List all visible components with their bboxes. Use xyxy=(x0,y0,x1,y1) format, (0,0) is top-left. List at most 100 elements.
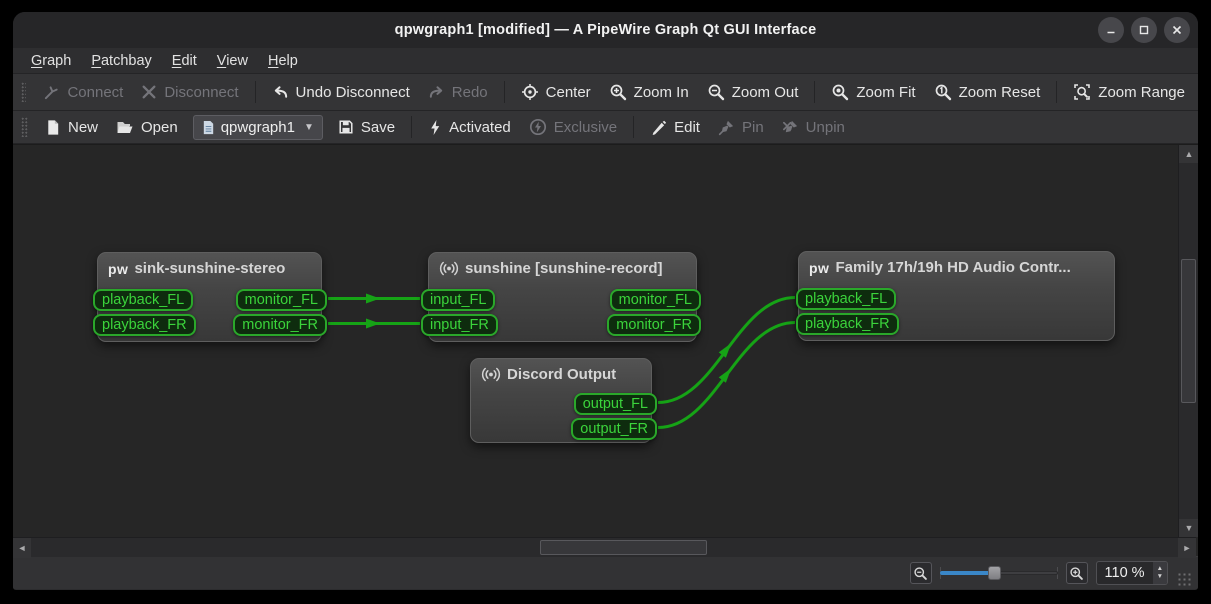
center-button[interactable]: Center xyxy=(512,79,600,105)
horizontal-scrollbar[interactable]: ◄ ► xyxy=(13,537,1196,558)
close-button[interactable] xyxy=(1164,17,1190,43)
zoom-range-button[interactable]: Zoom Range xyxy=(1064,79,1194,105)
disconnect-button[interactable]: Disconnect xyxy=(132,80,247,105)
open-button[interactable]: Open xyxy=(107,115,187,140)
undo-button[interactable]: Undo Disconnect xyxy=(263,80,419,105)
zoom-percent-spinbox[interactable]: 110 % ▲ ▼ xyxy=(1095,561,1168,585)
resize-grip[interactable] xyxy=(1176,571,1192,587)
node-sunshine-record[interactable]: sunshine [sunshine-record] input_FL inpu… xyxy=(421,252,701,342)
redo-button[interactable]: Redo xyxy=(419,80,497,105)
graph-area: pw sink-sunshine-stereo playback_FL play… xyxy=(13,144,1198,558)
spin-up-icon[interactable]: ▲ xyxy=(1157,565,1163,572)
node-discord-output[interactable]: Discord Output output_FL output_FR xyxy=(470,358,657,443)
port-input-fr[interactable]: input_FR xyxy=(421,314,498,336)
center-icon xyxy=(521,84,538,100)
patchbay-file-icon xyxy=(203,120,213,134)
node-title: Discord Output xyxy=(507,366,617,383)
pin-button[interactable]: Pin xyxy=(709,115,773,140)
port-playback-fl[interactable]: playback_FL xyxy=(796,288,897,310)
menu-bar: Graph Patchbay Edit View Help xyxy=(13,48,1198,74)
edit-pencil-icon xyxy=(652,120,667,135)
scroll-left-button[interactable]: ◄ xyxy=(13,538,31,558)
port-playback-fl[interactable]: playback_FL xyxy=(93,289,194,311)
zoom-out-button[interactable]: Zoom Out xyxy=(698,79,808,105)
activated-bolt-icon xyxy=(431,119,440,135)
vertical-scrollbar[interactable]: ▲ ▼ xyxy=(1178,145,1198,537)
scroll-right-button[interactable]: ► xyxy=(1178,538,1196,558)
save-icon xyxy=(339,120,353,134)
pipewire-icon: pw xyxy=(108,260,129,277)
spin-down-icon[interactable]: ▼ xyxy=(1157,573,1163,580)
node-title: sink-sunshine-stereo xyxy=(134,260,286,277)
zoom-range-icon xyxy=(1074,84,1091,100)
node-family-hd-audio[interactable]: pw Family 17h/19h HD Audio Contr... play… xyxy=(796,251,1115,341)
close-icon xyxy=(1172,25,1182,35)
menu-patchbay[interactable]: Patchbay xyxy=(81,50,161,72)
save-button[interactable]: Save xyxy=(329,115,404,140)
port-monitor-fr[interactable]: monitor_FR xyxy=(233,314,327,336)
app-window: qpwgraph1 [modified] — A PipeWire Graph … xyxy=(13,12,1198,590)
node-title: Family 17h/19h HD Audio Contr... xyxy=(835,259,1071,276)
node-header[interactable]: sunshine [sunshine-record] xyxy=(429,253,696,281)
toolbar-separator xyxy=(814,81,816,103)
status-bar: 110 % ▲ ▼ xyxy=(13,556,1198,589)
patchbay-file-name: qpwgraph1 xyxy=(220,118,295,136)
port-monitor-fr[interactable]: monitor_FR xyxy=(607,314,701,336)
toolbar-drag-handle[interactable] xyxy=(21,117,28,137)
edit-button[interactable]: Edit xyxy=(641,115,709,140)
status-zoom-in-button[interactable] xyxy=(1065,562,1088,584)
toolbar-separator xyxy=(633,116,635,138)
scroll-down-button[interactable]: ▼ xyxy=(1179,519,1198,537)
node-header[interactable]: pw sink-sunshine-stereo xyxy=(98,253,321,281)
node-header[interactable]: pw Family 17h/19h HD Audio Contr... xyxy=(799,252,1114,280)
connect-button[interactable]: Connect xyxy=(34,80,132,105)
node-title: sunshine [sunshine-record] xyxy=(465,260,663,277)
title-bar[interactable]: qpwgraph1 [modified] — A PipeWire Graph … xyxy=(13,12,1198,48)
node-header[interactable]: Discord Output xyxy=(471,359,651,387)
window-title: qpwgraph1 [modified] — A PipeWire Graph … xyxy=(394,22,817,38)
zoom-reset-button[interactable]: Zoom Reset xyxy=(925,79,1050,105)
status-zoom-out-button[interactable] xyxy=(909,562,932,584)
broadcast-icon xyxy=(439,261,459,276)
port-monitor-fl[interactable]: monitor_FL xyxy=(609,289,701,311)
menu-view[interactable]: View xyxy=(207,50,258,72)
connection-arrow-icon xyxy=(366,318,380,329)
maximize-button[interactable] xyxy=(1131,17,1157,43)
minimize-button[interactable] xyxy=(1098,17,1124,43)
scroll-up-button[interactable]: ▲ xyxy=(1179,145,1198,163)
toolbar-separator xyxy=(411,116,413,138)
chevron-down-icon: ▼ xyxy=(303,121,314,133)
port-playback-fr[interactable]: playback_FR xyxy=(796,313,899,335)
vertical-scrollbar-thumb[interactable] xyxy=(1181,259,1196,403)
zoom-fit-button[interactable]: Zoom Fit xyxy=(822,79,924,105)
toolbar-separator xyxy=(503,81,505,103)
exclusive-button[interactable]: Exclusive xyxy=(520,114,626,140)
zoom-out-icon xyxy=(708,84,724,101)
graph-canvas[interactable]: pw sink-sunshine-stereo playback_FL play… xyxy=(14,145,1177,537)
zoom-percent-value[interactable]: 110 % xyxy=(1097,565,1153,581)
horizontal-scrollbar-thumb[interactable] xyxy=(540,540,707,555)
menu-graph[interactable]: Graph xyxy=(21,50,81,72)
disconnect-icon xyxy=(142,85,156,99)
zoom-slider[interactable] xyxy=(939,563,1058,583)
menu-edit[interactable]: Edit xyxy=(162,50,207,72)
broadcast-icon xyxy=(481,367,501,382)
undo-icon xyxy=(274,85,287,98)
toolbar-separator xyxy=(254,81,256,103)
unpin-button[interactable]: Unpin xyxy=(773,115,854,140)
activated-button[interactable]: Activated xyxy=(419,115,520,140)
port-playback-fr[interactable]: playback_FR xyxy=(93,314,196,336)
zoom-in-button[interactable]: Zoom In xyxy=(600,79,698,105)
port-output-fl[interactable]: output_FL xyxy=(573,393,657,415)
toolbar-drag-handle[interactable] xyxy=(21,82,27,102)
patchbay-file-combo[interactable]: qpwgraph1 ▼ xyxy=(192,114,323,140)
node-sink-sunshine-stereo[interactable]: pw sink-sunshine-stereo playback_FL play… xyxy=(93,252,327,342)
menu-help[interactable]: Help xyxy=(258,50,308,72)
new-button[interactable]: New xyxy=(36,115,107,140)
zoom-slider-handle[interactable] xyxy=(987,566,1001,580)
exclusive-bolt-icon xyxy=(529,118,546,136)
unpin-icon xyxy=(782,120,797,132)
port-output-fr[interactable]: output_FR xyxy=(571,418,657,440)
port-monitor-fl[interactable]: monitor_FL xyxy=(235,289,327,311)
port-input-fl[interactable]: input_FL xyxy=(421,289,496,311)
